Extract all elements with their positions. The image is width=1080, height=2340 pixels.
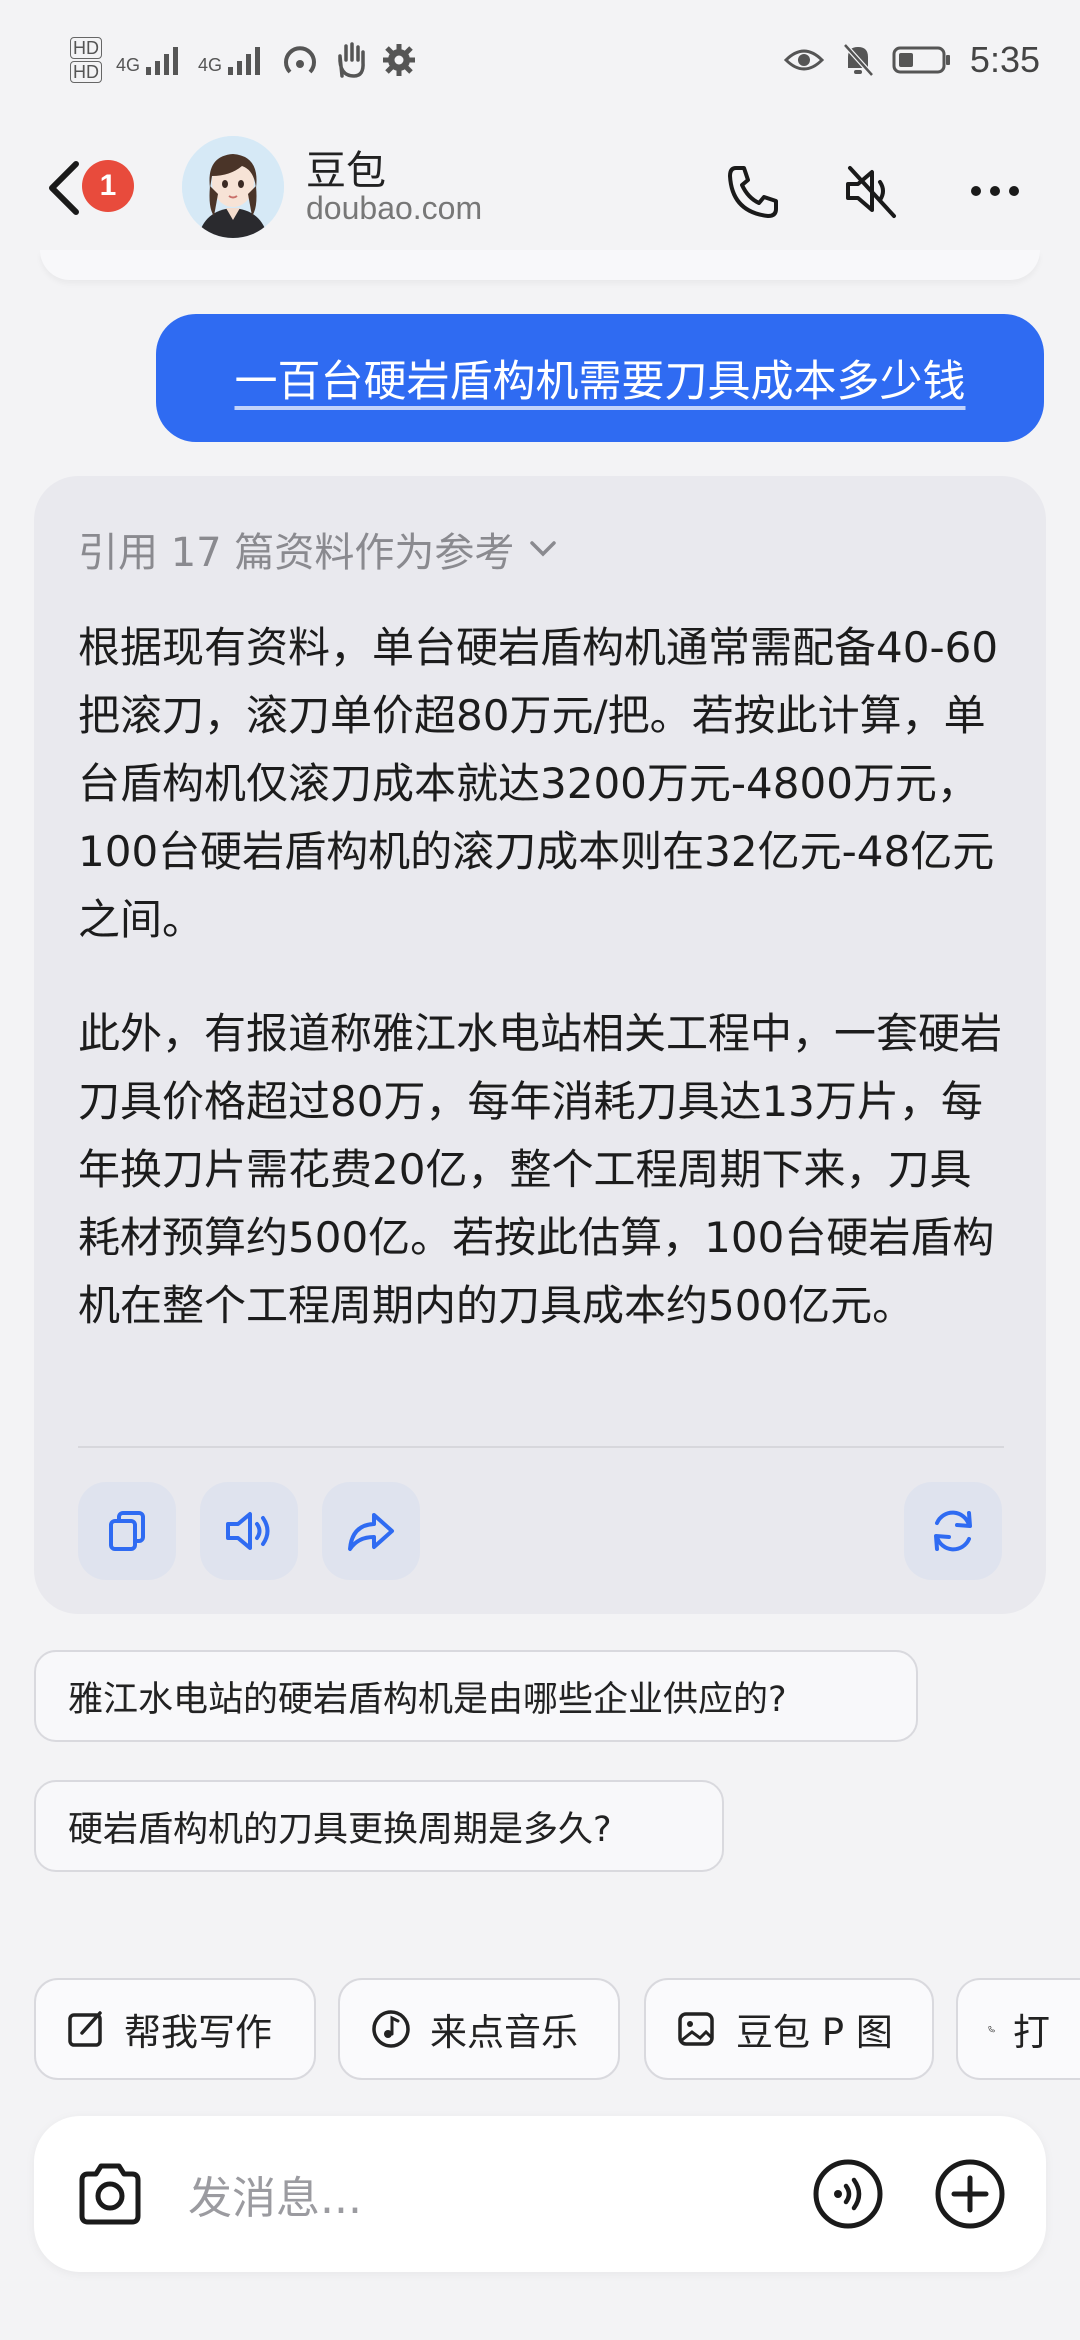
quick-action-label: 打 <box>1013 2011 1050 2054</box>
battery-icon <box>892 46 950 74</box>
music-icon <box>372 2010 410 2048</box>
hotspot-icon <box>284 46 316 74</box>
avatar[interactable] <box>182 136 284 238</box>
previous-message-edge <box>40 250 1040 280</box>
signal-icon: 4G <box>116 45 184 75</box>
speaker-icon <box>226 1512 270 1550</box>
hd-icon: HD HD <box>70 37 102 83</box>
edit-icon <box>68 2011 102 2047</box>
answer-body: 根据现有资料，单台硬岩盾构机通常需配备40-60把滚刀，滚刀单价超80万元/把。… <box>78 614 1008 1386</box>
quick-action-label: 帮我写作 <box>124 2011 272 2054</box>
chevron-down-icon <box>530 541 557 557</box>
add-icon[interactable] <box>934 2158 1006 2230</box>
quick-action-music[interactable]: 来点音乐 <box>338 1978 620 2080</box>
regenerate-button[interactable] <box>904 1482 1002 1580</box>
quick-action-image-edit[interactable]: 豆包 P 图 <box>644 1978 934 2080</box>
user-message-bubble[interactable]: 一百台硬岩盾构机需要刀具成本多少钱 <box>156 314 1044 442</box>
phone-icon <box>988 2026 995 2033</box>
answer-paragraph: 根据现有资料，单台硬岩盾构机通常需配备40-60把滚刀，滚刀单价超80万元/把。… <box>78 623 999 944</box>
eye-icon <box>783 49 824 71</box>
status-right: 5:35 <box>783 30 1040 90</box>
quick-action-label: 来点音乐 <box>430 2011 578 2054</box>
clock: 5:35 <box>969 39 1040 80</box>
contact-subtitle: doubao.com <box>306 190 483 226</box>
reference-label: 引用 17 篇资料作为参考 <box>78 530 515 576</box>
unread-badge: 1 <box>82 160 134 212</box>
answer-card: 引用 17 篇资料作为参考 根据现有资料，单台硬岩盾构机通常需配备40-60把滚… <box>34 476 1046 1614</box>
share-button[interactable] <box>322 1482 420 1580</box>
mute-bell-icon <box>843 43 874 77</box>
image-edit-icon <box>678 2012 714 2046</box>
status-left: HD HD 4G 4G <box>70 30 416 90</box>
quick-action-label: 豆包 P 图 <box>736 2011 893 2054</box>
network-label: 4G <box>198 55 223 75</box>
reference-toggle[interactable]: 引用 17 篇资料作为参考 <box>78 520 558 578</box>
answer-paragraph: 此外，有报道称雅江水电站相关工程中，一套硬岩刀具价格超过80万，每年消耗刀具达1… <box>78 1009 1003 1330</box>
contact-name: 豆包 <box>306 148 386 194</box>
read-aloud-button[interactable] <box>200 1482 298 1580</box>
message-input[interactable]: 发消息... <box>188 2162 362 2226</box>
share-icon <box>348 1513 394 1551</box>
refresh-icon <box>934 1510 972 1552</box>
more-icon[interactable] <box>964 160 1026 222</box>
copy-icon <box>109 1511 145 1551</box>
quick-action-write[interactable]: 帮我写作 <box>34 1978 316 2080</box>
gear-icon <box>383 44 416 76</box>
suggestion-chip[interactable]: 硬岩盾构机的刀具更换周期是多久? <box>34 1780 724 1872</box>
hd-label: HD <box>70 37 102 59</box>
signal-icon: 4G <box>198 45 266 75</box>
suggestion-chip[interactable]: 雅江水电站的硬岩盾构机是由哪些企业供应的? <box>34 1650 918 1742</box>
voice-input-icon[interactable] <box>812 2158 884 2230</box>
quick-action-call[interactable]: 打 <box>956 1978 1080 2080</box>
message-input-bar: 发消息... <box>34 2116 1046 2272</box>
speaker-mute-icon[interactable] <box>840 160 902 222</box>
network-label: 4G <box>116 55 141 75</box>
phone-call-icon[interactable] <box>722 160 784 222</box>
status-bar: HD HD 4G 4G 5:35 <box>0 0 1080 120</box>
chat-header: 1 豆包 doubao.com <box>0 120 1080 260</box>
divider <box>78 1446 1004 1448</box>
hd-label: HD <box>70 61 102 83</box>
copy-button[interactable] <box>78 1482 176 1580</box>
hand-icon <box>338 42 365 78</box>
camera-icon[interactable] <box>74 2160 146 2228</box>
